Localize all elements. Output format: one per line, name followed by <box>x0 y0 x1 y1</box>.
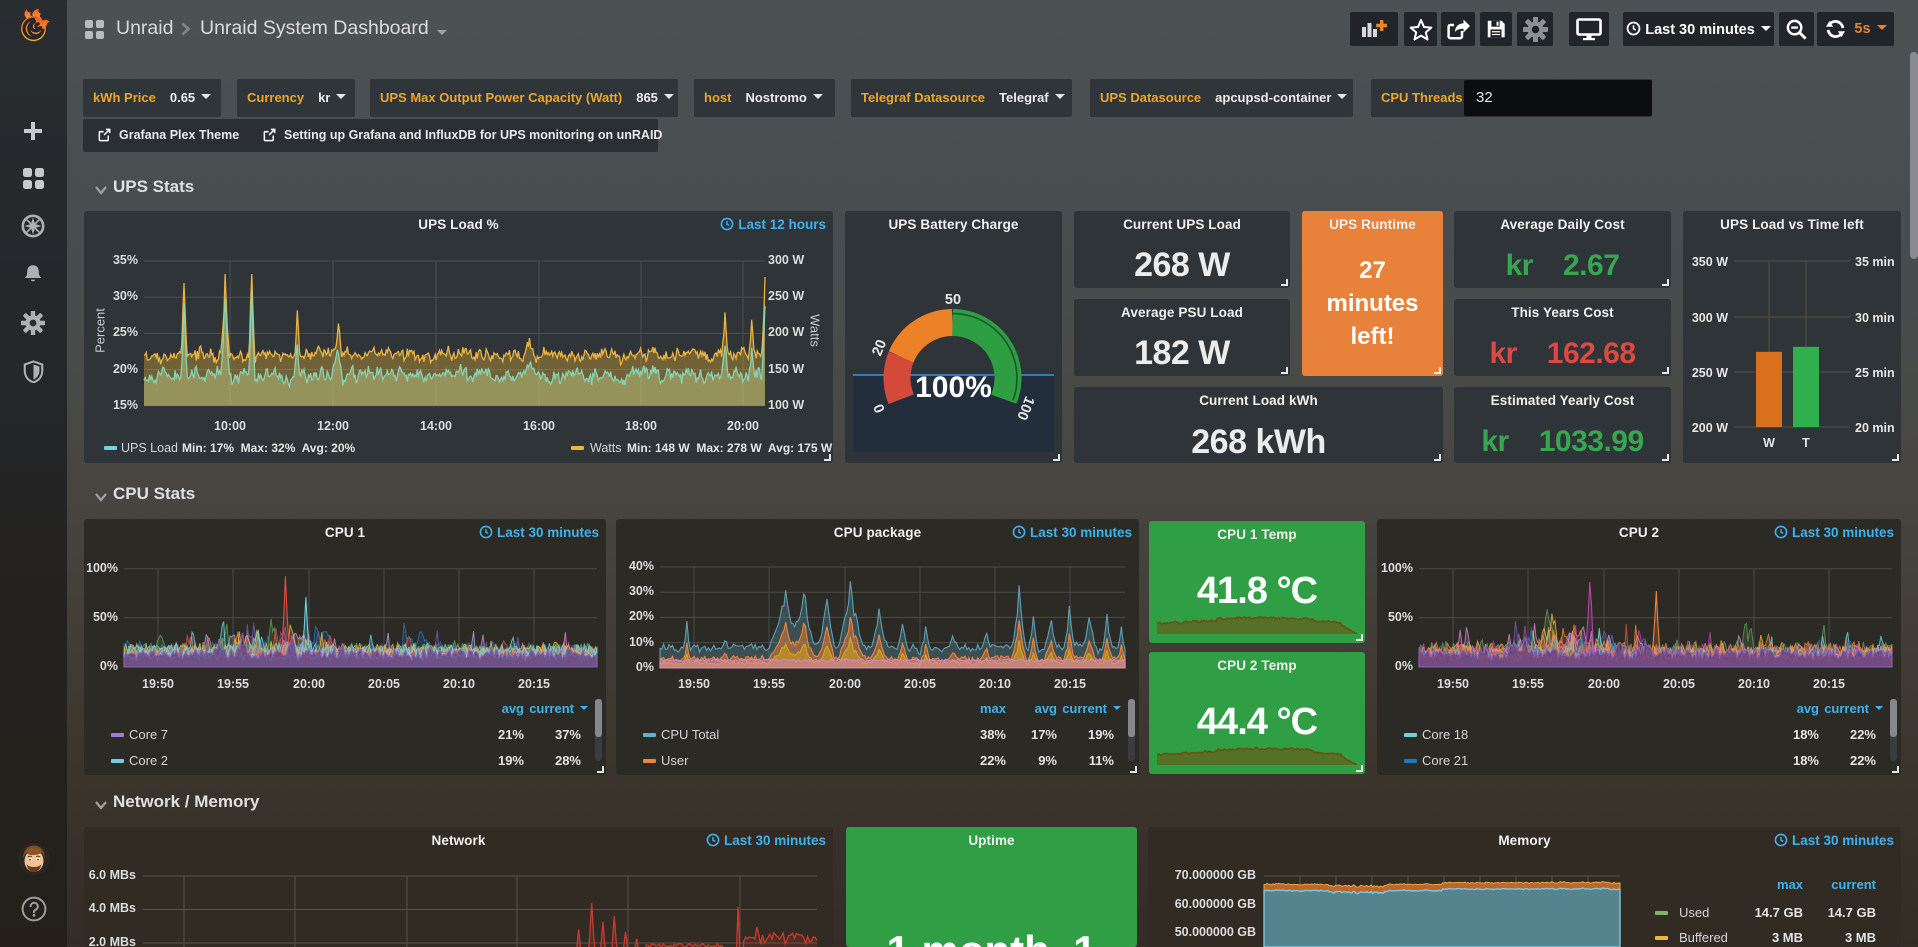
svg-text:300 W: 300 W <box>1692 311 1728 325</box>
svg-text:T: T <box>1802 436 1810 450</box>
svg-text:200 W: 200 W <box>1692 421 1728 435</box>
svg-text:250 W: 250 W <box>1692 366 1728 380</box>
svg-text:30 min: 30 min <box>1855 311 1895 325</box>
svg-text:20: 20 <box>869 337 890 358</box>
svg-text:35 min: 35 min <box>1855 255 1895 269</box>
svg-text:25 min: 25 min <box>1855 366 1895 380</box>
svg-text:W: W <box>1763 436 1775 450</box>
svg-text:20 min: 20 min <box>1855 421 1895 435</box>
svg-text:350 W: 350 W <box>1692 255 1728 269</box>
svg-text:50: 50 <box>945 292 961 308</box>
